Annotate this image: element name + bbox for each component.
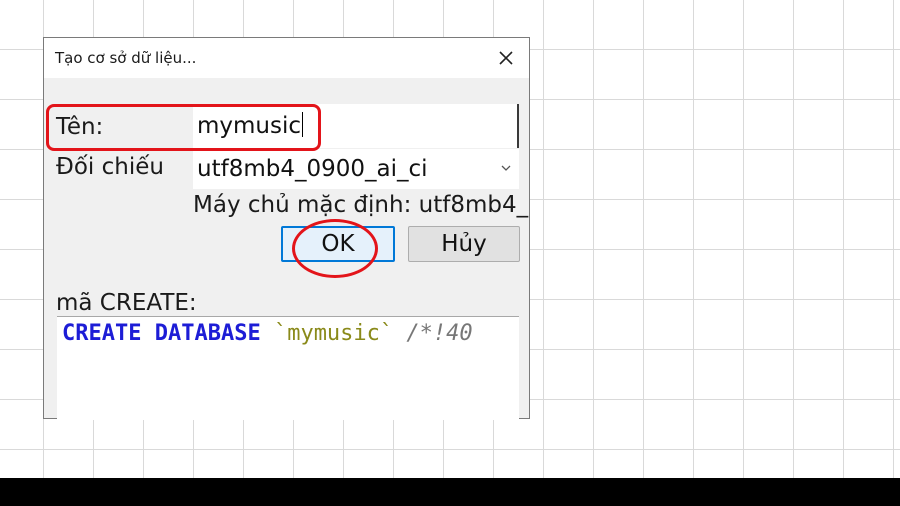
close-icon — [499, 51, 513, 65]
database-name-input[interactable]: mymusic — [193, 104, 519, 148]
cancel-button[interactable]: Hủy — [408, 226, 520, 262]
sql-keyword-create: CREATE — [62, 321, 142, 346]
sql-database-name: `mymusic` — [273, 321, 394, 346]
collation-select[interactable]: utf8mb4_0900_ai_ci — [193, 149, 519, 189]
collation-value: utf8mb4_0900_ai_ci — [197, 156, 428, 182]
collation-label: Đối chiếu — [56, 154, 164, 180]
sql-keyword-database: DATABASE — [154, 321, 261, 346]
sql-comment: /*!40 — [406, 321, 473, 346]
chevron-down-icon — [501, 165, 511, 171]
database-name-value: mymusic — [197, 113, 302, 139]
create-database-dialog: Tạo cơ sở dữ liệu... Tên: mymusic Đối ch… — [43, 37, 530, 420]
close-button[interactable] — [493, 45, 519, 71]
dialog-title: Tạo cơ sở dữ liệu... — [55, 49, 197, 67]
server-default-collation: Máy chủ mặc định: utf8mb4_ — [193, 192, 529, 218]
video-letterbox-bar — [0, 478, 900, 506]
ok-button[interactable]: OK — [281, 226, 395, 262]
create-sql-preview[interactable]: CREATE DATABASE `mymusic` /*!40 — [57, 316, 519, 420]
create-code-label: mã CREATE: — [56, 290, 197, 316]
text-caret — [302, 112, 304, 137]
name-label: Tên: — [56, 114, 104, 140]
dialog-titlebar: Tạo cơ sở dữ liệu... — [44, 38, 529, 78]
